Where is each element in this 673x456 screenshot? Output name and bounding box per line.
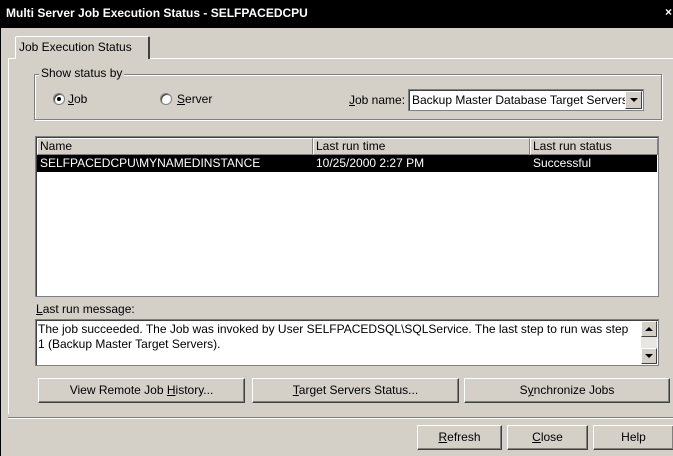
message-scrollbar[interactable] [641,321,657,364]
last-run-message-box[interactable]: The job succeeded. The Job was invoked b… [35,319,659,366]
synchronize-jobs-button[interactable]: Synchronize Jobs [464,378,670,403]
column-header-name[interactable]: Name [37,138,313,155]
close-icon[interactable]: × [665,5,673,19]
tab-job-execution-status[interactable]: Job Execution Status [15,36,150,59]
server-radio-label[interactable]: Server [177,92,212,106]
server-radio[interactable] [160,93,172,105]
scroll-down-icon[interactable] [641,348,657,364]
table-row[interactable]: SELFPACEDCPU\MYNAMEDINSTANCE 10/25/2000 … [37,155,657,172]
help-button[interactable]: Help [593,425,673,450]
job-radio[interactable] [53,93,65,105]
row-last-run-time: 10/25/2000 2:27 PM [316,156,425,170]
refresh-button[interactable]: Refresh [417,425,502,450]
row-name: SELFPACEDCPU\MYNAMEDINSTANCE [40,156,261,170]
dialog-window: Multi Server Job Execution Status - SELF… [0,0,673,456]
job-list[interactable]: Name Last run time Last run status SELFP… [35,136,659,297]
last-run-message-text: The job succeeded. The Job was invoked b… [38,322,629,351]
target-servers-status-button[interactable]: Target Servers Status... [252,378,459,403]
window-title: Multi Server Job Execution Status - SELF… [6,6,308,20]
scroll-up-icon[interactable] [641,321,657,337]
row-last-run-status: Successful [533,156,592,170]
title-bar[interactable]: Multi Server Job Execution Status - SELF… [1,0,673,28]
view-remote-job-history-button[interactable]: View Remote Job History... [38,378,245,403]
job-name-value: Backup Master Database Target Servers [412,93,628,107]
divider [8,417,673,419]
tab-label: Job Execution Status [19,40,132,54]
group-legend: Show status by [39,66,125,80]
chevron-down-icon[interactable] [625,91,642,109]
job-radio-label[interactable]: Job [68,92,87,106]
last-run-message-label: Last run message: [36,302,135,316]
column-header-last-run-time[interactable]: Last run time [313,138,530,155]
job-name-label: Job name: [349,93,406,107]
job-name-dropdown[interactable]: Backup Master Database Target Servers [408,89,644,111]
close-button[interactable]: Close [507,425,588,450]
column-header-last-run-status[interactable]: Last run status [530,138,658,155]
